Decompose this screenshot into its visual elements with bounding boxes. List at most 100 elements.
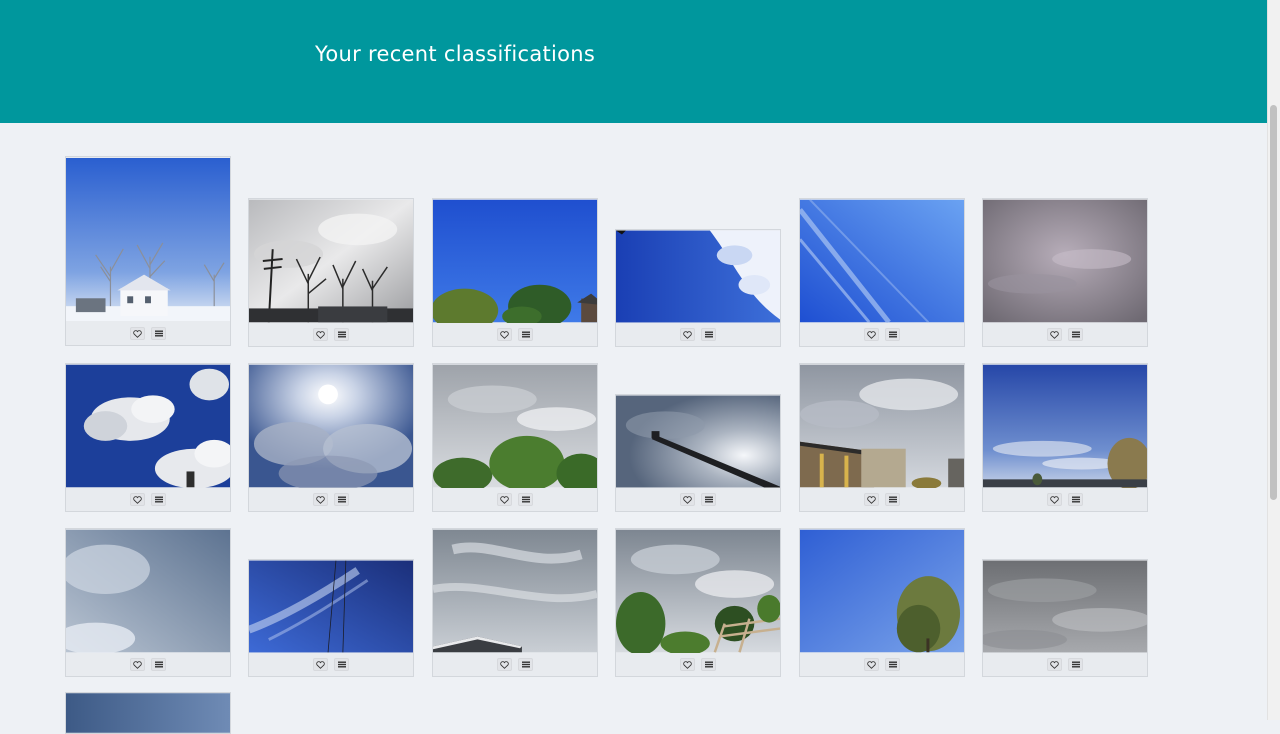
list-icon xyxy=(888,661,897,668)
favorite-button[interactable] xyxy=(1047,493,1062,506)
classification-thumbnail[interactable] xyxy=(249,560,413,653)
classification-card xyxy=(248,198,414,347)
classification-card xyxy=(432,198,598,347)
classification-card xyxy=(799,198,965,347)
classification-card xyxy=(65,363,231,512)
favorite-button[interactable] xyxy=(680,658,695,671)
collect-button[interactable] xyxy=(334,328,349,341)
classification-card xyxy=(65,528,231,677)
card-actions xyxy=(66,488,230,511)
classification-thumbnail[interactable] xyxy=(800,529,964,653)
classification-thumbnail[interactable] xyxy=(800,364,964,488)
collect-button[interactable] xyxy=(885,493,900,506)
classification-thumbnail[interactable] xyxy=(616,529,780,653)
favorite-button[interactable] xyxy=(130,327,145,340)
list-icon xyxy=(704,496,713,503)
classification-thumbnail[interactable] xyxy=(66,364,230,488)
classification-thumbnail[interactable] xyxy=(433,529,597,653)
classification-thumbnail[interactable] xyxy=(66,529,230,653)
favorite-button[interactable] xyxy=(864,658,879,671)
heart-icon xyxy=(316,495,325,504)
card-actions xyxy=(983,488,1147,511)
card-actions xyxy=(983,323,1147,346)
card-actions xyxy=(249,488,413,511)
favorite-button[interactable] xyxy=(313,493,328,506)
collect-button[interactable] xyxy=(151,658,166,671)
card-actions xyxy=(433,323,597,346)
classification-card xyxy=(982,363,1148,512)
card-actions xyxy=(249,323,413,346)
classification-thumbnail[interactable] xyxy=(433,199,597,323)
collect-button[interactable] xyxy=(701,493,716,506)
classification-thumbnail[interactable] xyxy=(983,364,1147,488)
favorite-button[interactable] xyxy=(497,658,512,671)
collect-button[interactable] xyxy=(151,327,166,340)
collect-button[interactable] xyxy=(701,328,716,341)
favorite-button[interactable] xyxy=(680,328,695,341)
list-icon xyxy=(154,330,163,337)
favorite-button[interactable] xyxy=(864,328,879,341)
classification-thumbnail[interactable] xyxy=(616,395,780,488)
classification-card xyxy=(982,198,1148,347)
list-icon xyxy=(521,661,530,668)
classification-card xyxy=(615,229,781,347)
card-actions xyxy=(800,653,964,676)
favorite-button[interactable] xyxy=(497,328,512,341)
heart-icon xyxy=(133,660,142,669)
collect-button[interactable] xyxy=(518,328,533,341)
favorite-button[interactable] xyxy=(1047,328,1062,341)
card-actions xyxy=(66,653,230,676)
page-scrollbar[interactable] xyxy=(1267,0,1280,720)
page-title: Your recent classifications xyxy=(315,42,596,66)
collect-button[interactable] xyxy=(518,658,533,671)
classification-thumbnail[interactable] xyxy=(433,364,597,488)
collect-button[interactable] xyxy=(885,328,900,341)
classification-card xyxy=(799,528,965,677)
collect-button[interactable] xyxy=(334,658,349,671)
card-actions xyxy=(249,653,413,676)
classification-thumbnail[interactable] xyxy=(983,560,1147,653)
favorite-button[interactable] xyxy=(130,658,145,671)
collect-button[interactable] xyxy=(1068,658,1083,671)
heart-icon xyxy=(500,660,509,669)
card-actions xyxy=(800,488,964,511)
heart-icon xyxy=(133,495,142,504)
classification-card xyxy=(432,528,598,677)
classification-card xyxy=(615,394,781,512)
collect-button[interactable] xyxy=(151,493,166,506)
heart-icon xyxy=(867,330,876,339)
heart-icon xyxy=(500,330,509,339)
favorite-button[interactable] xyxy=(313,658,328,671)
list-icon xyxy=(337,661,346,668)
favorite-button[interactable] xyxy=(864,493,879,506)
classification-thumbnail[interactable] xyxy=(66,157,230,322)
collect-button[interactable] xyxy=(334,493,349,506)
favorite-button[interactable] xyxy=(313,328,328,341)
scrollbar-thumb[interactable] xyxy=(1270,105,1277,500)
collect-button[interactable] xyxy=(701,658,716,671)
classification-card xyxy=(432,363,598,512)
list-icon xyxy=(888,331,897,338)
classification-thumbnail[interactable] xyxy=(616,230,780,323)
heart-icon xyxy=(1050,660,1059,669)
list-icon xyxy=(154,661,163,668)
list-icon xyxy=(337,496,346,503)
list-icon xyxy=(888,496,897,503)
collect-button[interactable] xyxy=(1068,328,1083,341)
classification-thumbnail[interactable] xyxy=(66,693,230,733)
classification-thumbnail[interactable] xyxy=(249,364,413,488)
classification-thumbnail[interactable] xyxy=(249,199,413,323)
favorite-button[interactable] xyxy=(680,493,695,506)
collect-button[interactable] xyxy=(518,493,533,506)
classification-thumbnail[interactable] xyxy=(983,199,1147,323)
classification-card xyxy=(248,559,414,677)
list-icon xyxy=(337,331,346,338)
favorite-button[interactable] xyxy=(130,493,145,506)
favorite-button[interactable] xyxy=(1047,658,1062,671)
list-icon xyxy=(1071,496,1080,503)
collect-button[interactable] xyxy=(1068,493,1083,506)
classification-card xyxy=(799,363,965,512)
classification-thumbnail[interactable] xyxy=(800,199,964,323)
favorite-button[interactable] xyxy=(497,493,512,506)
collect-button[interactable] xyxy=(885,658,900,671)
